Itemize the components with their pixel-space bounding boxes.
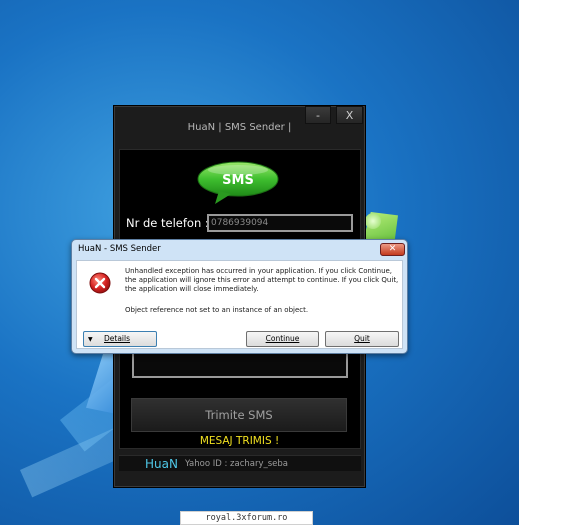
watermark-text: royal.3xforum.ro <box>180 511 313 525</box>
screenshot: HuaN | SMS Sender | - X SMS Nr de telefo… <box>0 0 581 525</box>
error-icon <box>89 272 111 294</box>
quit-button[interactable]: Quit <box>325 331 399 347</box>
phone-number-label: Nr de telefon : <box>126 216 209 230</box>
sms-logo-text: SMS <box>222 173 254 188</box>
continue-button[interactable]: Continue <box>246 331 319 347</box>
dialog-exception-detail: Object reference not set to an instance … <box>125 306 309 314</box>
send-sms-button[interactable]: Trimite SMS <box>131 398 347 432</box>
footer-yahoo-id: Yahoo ID : zachary_seba <box>185 459 289 469</box>
dialog-body: Unhandled exception has occurred in your… <box>76 260 403 349</box>
minimize-button[interactable]: - <box>305 106 331 124</box>
dialog-close-button[interactable]: ✕ <box>380 243 405 256</box>
dialog-message: Unhandled exception has occurred in your… <box>125 267 399 293</box>
close-button[interactable]: X <box>336 106 363 124</box>
window-titlebar[interactable]: HuaN | SMS Sender | - X <box>114 106 365 144</box>
chevron-down-icon: ▼ <box>88 336 93 343</box>
phone-number-input[interactable]: 0786939094 <box>207 214 353 232</box>
footer-brand: HuaN <box>145 457 178 471</box>
status-message: MESAJ TRIMIS ! <box>199 435 280 447</box>
dialog-titlebar[interactable]: HuaN - SMS Sender ✕ <box>72 240 407 260</box>
wallpaper-glow-dot <box>365 213 381 229</box>
error-dialog: HuaN - SMS Sender ✕ Unhandled exception … <box>71 239 408 354</box>
details-button[interactable]: ▼ Details <box>83 331 157 347</box>
sms-logo-icon: SMS <box>197 161 279 204</box>
dialog-title: HuaN - SMS Sender <box>78 244 161 254</box>
continue-label: Continue <box>265 334 300 343</box>
message-textarea[interactable] <box>132 354 348 378</box>
details-label: Details <box>104 334 131 343</box>
footer-bar: HuaN Yahoo ID : zachary_seba <box>119 455 361 471</box>
quit-label: Quit <box>354 334 370 343</box>
